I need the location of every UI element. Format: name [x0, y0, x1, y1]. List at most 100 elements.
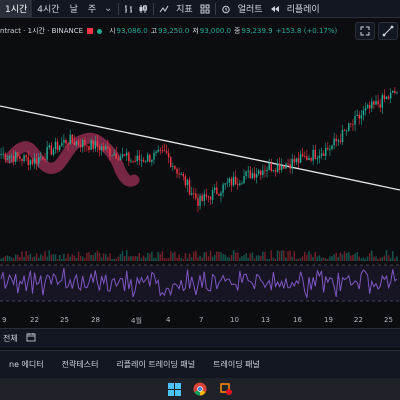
volume-bar — [291, 257, 293, 261]
volume-bar — [205, 251, 208, 261]
volume-bar — [50, 254, 53, 261]
candle-body — [134, 160, 136, 162]
volume-bar — [94, 252, 97, 261]
tab-trading-panel[interactable]: 트레이딩 패널 — [204, 359, 269, 370]
chevron-down-icon[interactable]: ⌄ — [101, 0, 115, 18]
volume-bar — [161, 251, 164, 261]
all-range-button[interactable]: 전체 — [3, 333, 18, 344]
indicators-button[interactable]: 지표 — [171, 0, 198, 18]
candle-body — [354, 116, 356, 125]
candle-body — [27, 157, 30, 165]
volume-bar — [228, 257, 231, 261]
candle-body — [339, 140, 342, 142]
symbol-label[interactable]: ntract · 1시간 · BINANCE — [0, 26, 83, 36]
flag-icon[interactable] — [87, 28, 94, 34]
volume-bar — [102, 253, 105, 261]
volume-bar — [392, 251, 394, 261]
candle-body — [0, 154, 2, 155]
top-toolbar: 1시간 4시간 날 주 ⌄ 지표 얼러트 리플레이 — [0, 0, 400, 18]
layout-grid-icon[interactable] — [198, 0, 212, 18]
candle-body — [366, 105, 369, 108]
alerts-button[interactable]: 얼러트 — [233, 0, 268, 18]
candle-body — [69, 134, 71, 145]
replay-button[interactable]: 리플레이 — [282, 0, 325, 18]
volume-bar — [77, 251, 80, 261]
volume-bar — [331, 256, 333, 261]
candle-body — [396, 92, 398, 94]
volume-bar — [82, 256, 84, 261]
alert-icon[interactable] — [219, 0, 233, 18]
tab-replay-trading-panel[interactable]: 리플레이 트레이딩 패널 — [107, 359, 204, 370]
volume-bar — [366, 256, 369, 261]
candle-body — [224, 183, 226, 185]
candle-body — [387, 96, 390, 99]
candle-body — [343, 130, 346, 131]
windows-start-icon[interactable] — [166, 381, 182, 397]
candle-body — [67, 143, 69, 145]
interval-week-button[interactable]: 주 — [83, 0, 101, 18]
line-tool-icon[interactable] — [378, 22, 398, 40]
chrome-icon[interactable] — [192, 381, 208, 397]
candle-body — [161, 149, 164, 151]
interval-day-button[interactable]: 날 — [65, 0, 83, 18]
volume-bar — [253, 258, 256, 261]
volume-bar — [132, 256, 134, 261]
candle-body — [23, 155, 25, 162]
volume-bar — [25, 251, 27, 261]
volume-bar — [270, 250, 273, 261]
candle-body — [174, 166, 176, 169]
toolbar-divider — [118, 2, 120, 15]
price-chart[interactable] — [0, 18, 400, 326]
fullscreen-icon[interactable] — [355, 22, 375, 40]
candle-body — [322, 153, 325, 156]
candle-body — [56, 141, 59, 150]
volume-bar — [31, 257, 34, 261]
candle-body — [350, 123, 352, 125]
x-tick-label: 16 — [293, 316, 302, 324]
volume-bar — [274, 258, 277, 261]
volume-bar — [52, 254, 55, 261]
volume-bar — [262, 251, 264, 261]
chart-area[interactable] — [0, 18, 400, 326]
volume-bar — [107, 256, 109, 261]
replay-icon[interactable] — [268, 0, 282, 18]
candle-body — [6, 158, 9, 160]
candle-body — [35, 158, 38, 164]
calendar-range-icon[interactable] — [26, 332, 36, 345]
volume-bar — [348, 251, 350, 261]
change-value: +153.8 (+0.17%) — [275, 27, 338, 35]
volume-bar — [264, 251, 266, 261]
volume-bar — [203, 252, 205, 261]
bar-chart-icon[interactable] — [122, 0, 136, 18]
candle-body — [360, 115, 363, 119]
volume-bar — [0, 258, 2, 261]
candle-body — [379, 104, 381, 108]
candle-icon[interactable] — [136, 0, 150, 18]
volume-bar — [220, 252, 222, 261]
candle-body — [308, 158, 310, 161]
snipping-tool-icon[interactable] — [218, 381, 234, 397]
candle-body — [123, 154, 126, 156]
candle-body — [297, 158, 300, 163]
tab-pine-editor[interactable]: ne 에디터 — [0, 359, 53, 370]
candle-body — [381, 95, 384, 108]
volume-bar — [364, 258, 367, 261]
interval-4h-button[interactable]: 4시간 — [32, 0, 64, 18]
indicators-icon[interactable] — [157, 0, 171, 18]
volume-bar — [350, 255, 352, 261]
candle-body — [125, 152, 128, 156]
candle-body — [195, 193, 197, 199]
candle-body — [186, 179, 189, 186]
volume-bar — [6, 255, 9, 261]
candle-body — [58, 145, 61, 150]
candle-body — [392, 90, 394, 93]
volume-bar — [224, 254, 226, 261]
interval-1h-button[interactable]: 1시간 — [0, 0, 33, 18]
tab-strategy-tester[interactable]: 전략테스터 — [53, 359, 108, 370]
volume-bar — [301, 256, 304, 261]
candle-body — [121, 154, 124, 157]
volume-bar — [306, 254, 308, 261]
candle-body — [14, 152, 17, 162]
x-tick-label: 25 — [60, 316, 69, 324]
x-tick-label: 4월 — [131, 317, 142, 325]
